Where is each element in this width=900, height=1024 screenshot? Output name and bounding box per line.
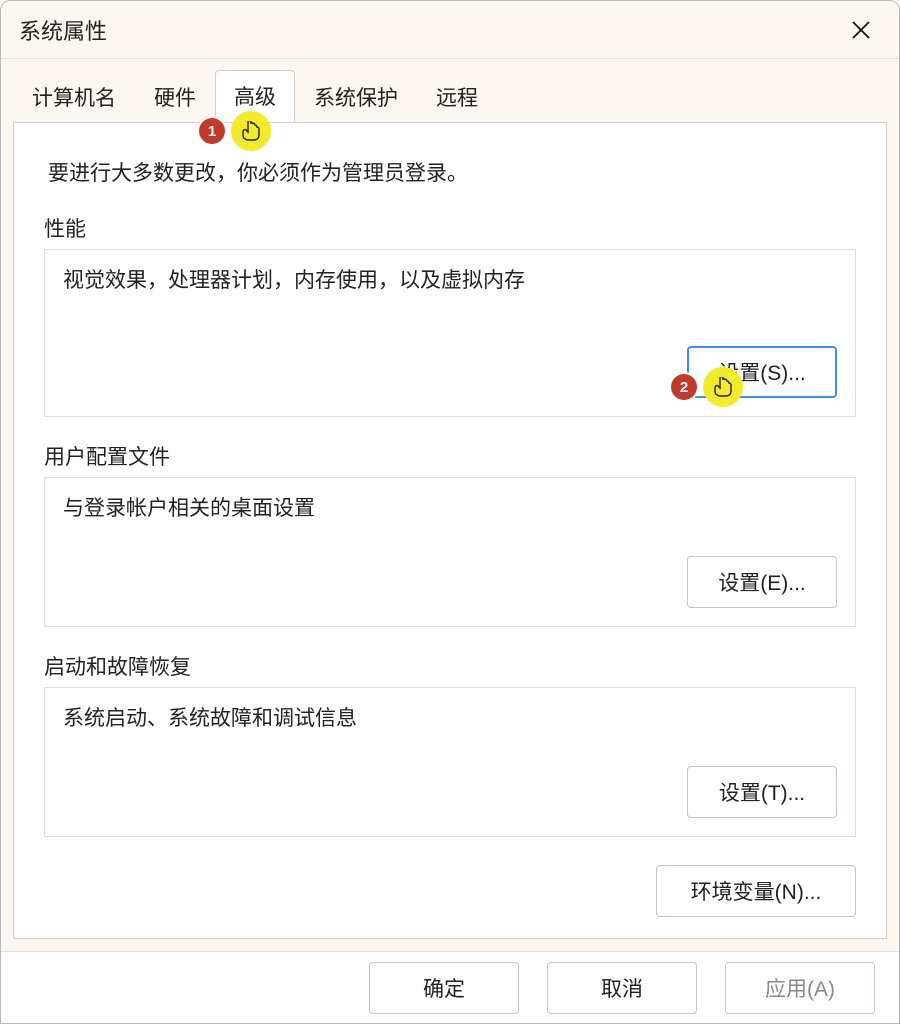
admin-note: 要进行大多数更改，你必须作为管理员登录。 xyxy=(48,157,856,187)
user-profiles-settings-button[interactable]: 设置(E)... xyxy=(687,556,837,608)
cancel-button[interactable]: 取消 xyxy=(547,962,697,1014)
advanced-panel: 要进行大多数更改，你必须作为管理员登录。 性能 视觉效果，处理器计划，内存使用，… xyxy=(13,123,887,939)
group-startup-recovery: 启动和故障恢复 系统启动、系统故障和调试信息 设置(T)... xyxy=(44,651,856,837)
tab-remote[interactable]: 远程 xyxy=(417,71,497,124)
tab-bar: 计算机名 硬件 高级 系统保护 远程 xyxy=(1,59,899,123)
env-vars-row: 环境变量(N)... xyxy=(44,865,856,917)
tab-computer-name[interactable]: 计算机名 xyxy=(13,71,135,124)
apply-button[interactable]: 应用(A) xyxy=(725,962,875,1014)
close-icon xyxy=(851,20,871,40)
titlebar: 系统属性 xyxy=(1,1,899,59)
ok-button[interactable]: 确定 xyxy=(369,962,519,1014)
dialog-footer: 确定 取消 应用(A) xyxy=(1,951,899,1023)
group-startup-recovery-title: 启动和故障恢复 xyxy=(44,651,856,681)
group-performance-box: 视觉效果，处理器计划，内存使用，以及虚拟内存 设置(S)... xyxy=(44,249,856,417)
close-button[interactable] xyxy=(841,10,881,50)
group-user-profiles: 用户配置文件 与登录帐户相关的桌面设置 设置(E)... xyxy=(44,441,856,627)
group-performance-title: 性能 xyxy=(44,213,856,243)
group-user-profiles-title: 用户配置文件 xyxy=(44,441,856,471)
group-user-profiles-box: 与登录帐户相关的桌面设置 设置(E)... xyxy=(44,477,856,627)
group-startup-recovery-desc: 系统启动、系统故障和调试信息 xyxy=(63,702,837,732)
group-startup-recovery-box: 系统启动、系统故障和调试信息 设置(T)... xyxy=(44,687,856,837)
group-performance-desc: 视觉效果，处理器计划，内存使用，以及虚拟内存 xyxy=(63,264,837,294)
group-performance: 性能 视觉效果，处理器计划，内存使用，以及虚拟内存 设置(S)... xyxy=(44,213,856,417)
tab-advanced[interactable]: 高级 xyxy=(215,70,295,124)
system-properties-window: 系统属性 计算机名 硬件 高级 系统保护 远程 要进行大多数更改，你必须作为管理… xyxy=(0,0,900,1024)
startup-recovery-settings-button[interactable]: 设置(T)... xyxy=(687,766,837,818)
tab-system-protection[interactable]: 系统保护 xyxy=(295,71,417,124)
performance-settings-button[interactable]: 设置(S)... xyxy=(687,346,837,398)
group-user-profiles-desc: 与登录帐户相关的桌面设置 xyxy=(63,492,837,522)
window-title: 系统属性 xyxy=(19,14,107,46)
tab-hardware[interactable]: 硬件 xyxy=(135,71,215,124)
environment-variables-button[interactable]: 环境变量(N)... xyxy=(656,865,856,917)
